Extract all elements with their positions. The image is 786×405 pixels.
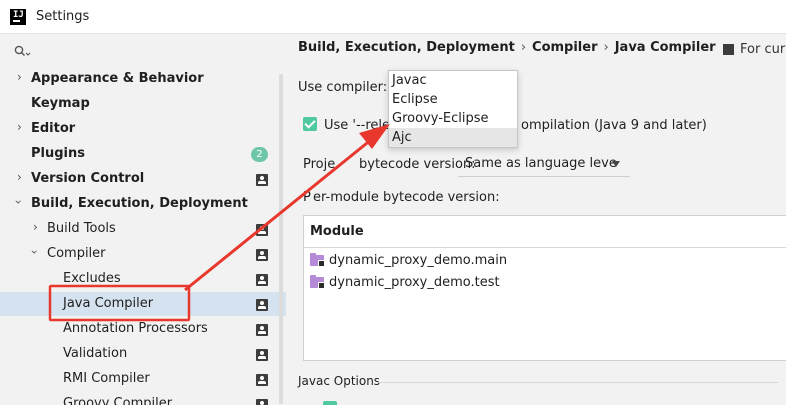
chevron-right-icon: › <box>17 170 22 184</box>
sidebar-item-build-tools[interactable]: › Build Tools <box>0 217 286 241</box>
settings-sidebar: › Appearance & Behavior Keymap › Editor … <box>0 34 286 405</box>
sidebar-item-label: Appearance & Behavior <box>31 71 204 86</box>
sidebar-item-label: Build Tools <box>47 221 116 236</box>
sidebar-item-label: Build, Execution, Deployment <box>31 196 248 211</box>
java-compiler-panel: Build, Execution, Deployment › Compiler › Ja… <box>286 34 786 405</box>
use-compiler-label: Use compiler: <box>298 80 388 95</box>
settings-search[interactable] <box>10 40 280 64</box>
compiler-option-javac[interactable]: Javac <box>389 71 517 90</box>
project-level-icon <box>256 174 268 186</box>
project-level-icon <box>256 324 268 336</box>
breadcrumb: Build, Execution, Deployment › Compiler › Ja… <box>298 40 716 55</box>
sidebar-item-annotation-processors[interactable]: Annotation Processors <box>0 317 286 341</box>
chevron-right-icon: › <box>17 70 22 84</box>
breadcrumb-separator-icon: › <box>520 40 527 55</box>
sidebar-item-label: Editor <box>31 121 76 136</box>
sidebar-item-appearance-behavior[interactable]: › Appearance & Behavior <box>0 67 286 91</box>
breadcrumb-item: Build, Execution, Deployment <box>298 40 515 55</box>
breadcrumb-separator-icon: › <box>603 40 609 55</box>
sidebar-item-editor[interactable]: › Editor <box>0 117 286 141</box>
project-level-icon <box>256 349 268 361</box>
javac-option-checkbox[interactable] <box>323 401 337 405</box>
table-row[interactable]: dynamic_proxy_demo.test <box>304 272 786 294</box>
project-level-icon <box>256 224 268 236</box>
compiler-option-ajc[interactable]: Ajc <box>389 128 517 147</box>
project-level-icon <box>723 44 734 55</box>
javac-options-title: Javac Options <box>298 374 381 388</box>
sidebar-item-label: Compiler <box>47 246 106 261</box>
bytecode-version-value: Same as language leve <box>465 156 617 171</box>
search-icon <box>14 45 31 56</box>
sidebar-item-keymap[interactable]: Keymap <box>0 92 286 116</box>
sidebar-item-compiler[interactable]: › Compiler <box>0 242 286 266</box>
intellij-logo-icon: IJ <box>10 9 26 25</box>
project-level-icon <box>256 274 268 286</box>
sidebar-item-java-compiler[interactable]: Java Compiler <box>0 292 286 316</box>
chevron-right-icon: › <box>33 220 38 234</box>
sidebar-item-label: RMI Compiler <box>63 371 150 386</box>
sidebar-scrollbar[interactable] <box>279 74 283 404</box>
for-current-project-label: For curr <box>740 42 786 57</box>
chevron-down-icon: › <box>27 249 42 255</box>
plugins-update-badge: 2 <box>251 147 268 162</box>
sidebar-item-groovy-compiler[interactable]: Groovy Compiler <box>0 392 286 405</box>
sidebar-item-plugins[interactable]: Plugins 2 <box>0 142 286 166</box>
table-row[interactable]: dynamic_proxy_demo.main <box>304 250 786 272</box>
sidebar-item-version-control[interactable]: › Version Control <box>0 167 286 191</box>
module-folder-icon <box>310 275 325 289</box>
sidebar-item-label: Java Compiler <box>63 296 154 311</box>
bytecode-version-label-start: Proje <box>303 157 336 172</box>
dropdown-arrow-icon <box>612 161 620 167</box>
for-current-project-note: For curr <box>723 42 786 57</box>
sidebar-item-label: Keymap <box>31 96 90 111</box>
sidebar-item-build-execution-deployment[interactable]: › Build, Execution, Deployment <box>0 192 286 216</box>
section-divider <box>378 382 778 383</box>
chevron-right-icon: › <box>17 120 22 134</box>
sidebar-item-excludes[interactable]: Excludes <box>0 267 286 291</box>
module-name: dynamic_proxy_demo.test <box>329 275 500 290</box>
sidebar-item-validation[interactable]: Validation <box>0 342 286 366</box>
release-option-checkbox[interactable] <box>303 117 317 131</box>
compiler-option-groovy-eclipse[interactable]: Groovy-Eclipse <box>389 109 517 128</box>
module-name: dynamic_proxy_demo.main <box>329 253 508 268</box>
window-title: Settings <box>36 9 90 24</box>
sidebar-item-label: Validation <box>63 346 128 361</box>
sidebar-item-rmi-compiler[interactable]: RMI Compiler <box>0 367 286 391</box>
release-option-label-start: Use '--relea <box>324 118 399 133</box>
module-folder-icon <box>310 253 325 267</box>
sidebar-item-label: Version Control <box>31 171 145 186</box>
compiler-dropdown-list: Javac Eclipse Groovy-Eclipse Ajc <box>388 70 518 148</box>
per-module-label-end: er-module bytecode version: <box>313 190 500 205</box>
breadcrumb-item: Java Compiler <box>614 40 716 55</box>
sidebar-item-label: Groovy Compiler <box>63 396 173 405</box>
module-bytecode-table: Module dynamic_proxy_demo.main dynamic_p… <box>303 215 786 361</box>
project-level-icon <box>256 249 268 261</box>
release-option-label-end: ompilation (Java 9 and later) <box>521 118 707 133</box>
module-column-header[interactable]: Module <box>310 224 364 239</box>
sidebar-item-label: Annotation Processors <box>63 321 208 336</box>
sidebar-item-label: Excludes <box>63 271 121 286</box>
title-bar: IJ Settings <box>0 0 786 34</box>
table-header: Module <box>304 216 786 248</box>
project-level-icon <box>256 299 268 311</box>
bytecode-version-dropdown[interactable]: Same as language leve <box>458 151 630 177</box>
compiler-option-eclipse[interactable]: Eclipse <box>389 90 517 109</box>
project-level-icon <box>256 374 268 386</box>
sidebar-item-label: Plugins <box>31 146 85 161</box>
chevron-down-icon: › <box>11 199 26 205</box>
per-module-label-start: P <box>303 190 311 205</box>
project-level-icon <box>256 399 268 405</box>
breadcrumb-item: Compiler <box>532 40 598 55</box>
